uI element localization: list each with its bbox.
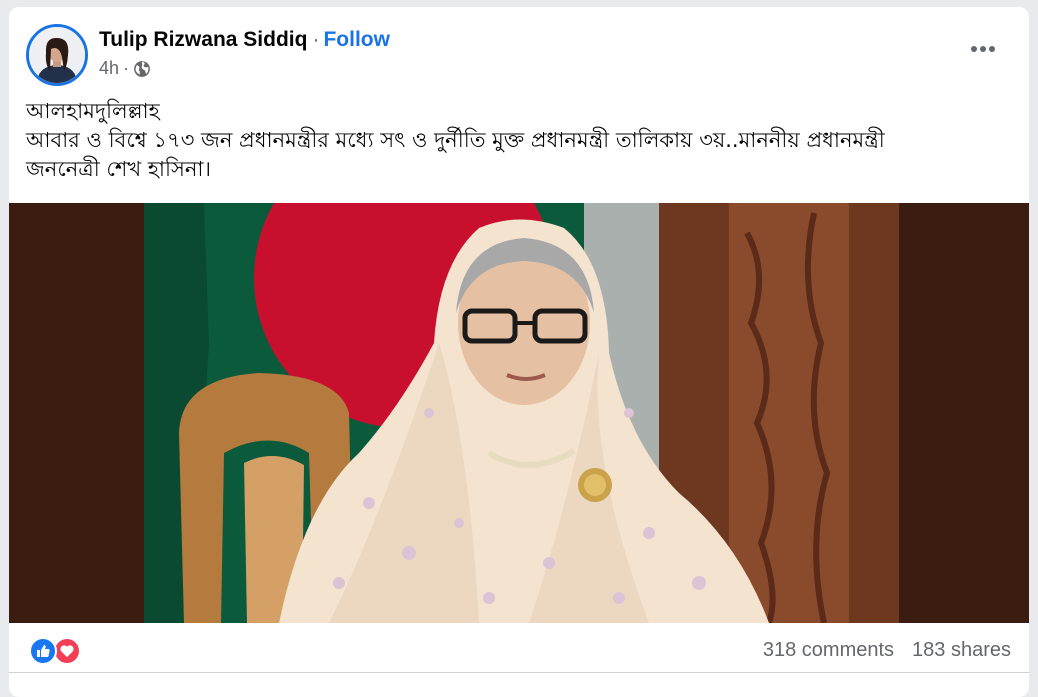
post-timestamp[interactable]: 4h — [99, 58, 119, 79]
post-photo[interactable] — [9, 203, 1029, 623]
author-avatar[interactable] — [26, 24, 88, 86]
meta-separator: · — [123, 58, 130, 78]
love-icon — [53, 637, 81, 665]
like-icon — [29, 637, 57, 665]
photo-illustration — [9, 203, 1029, 623]
author-line: Tulip Rizwana Siddiq · Follow — [99, 27, 390, 53]
more-options-icon[interactable] — [967, 37, 999, 61]
avatar-image — [29, 27, 85, 83]
shares-count[interactable]: 183 shares — [912, 639, 1011, 662]
comments-count[interactable]: 318 comments — [763, 639, 894, 662]
engagement-counts: 318 comments 183 shares — [763, 639, 1011, 662]
post-meta: 4h · — [99, 58, 151, 79]
post-message: আলহামদুলিল্লাহ আবার ও বিশ্বে ১৭৩ জন প্রধ… — [26, 97, 1016, 184]
author-name[interactable]: Tulip Rizwana Siddiq — [99, 28, 307, 51]
post-text-line: আবার ও বিশ্বে ১৭৩ জন প্রধানমন্ত্রীর মধ্য… — [26, 128, 885, 152]
post-header: Tulip Rizwana Siddiq · Follow 4h · — [9, 7, 1029, 93]
post-text-line: জননেত্রী শেখ হাসিনা। — [26, 157, 211, 181]
name-separator: · — [312, 28, 320, 51]
more-dot — [971, 46, 977, 52]
more-dot — [989, 46, 995, 52]
reaction-summary[interactable] — [29, 637, 89, 665]
footer-divider — [9, 672, 1029, 673]
globe-icon[interactable] — [133, 60, 151, 78]
post-card: Tulip Rizwana Siddiq · Follow 4h · আলহামদু… — [9, 7, 1029, 697]
post-text-line: আলহামদুলিল্লাহ — [26, 99, 160, 123]
post-footer: 318 comments 183 shares — [9, 629, 1029, 673]
follow-button[interactable]: Follow — [323, 28, 390, 51]
more-dot — [980, 46, 986, 52]
